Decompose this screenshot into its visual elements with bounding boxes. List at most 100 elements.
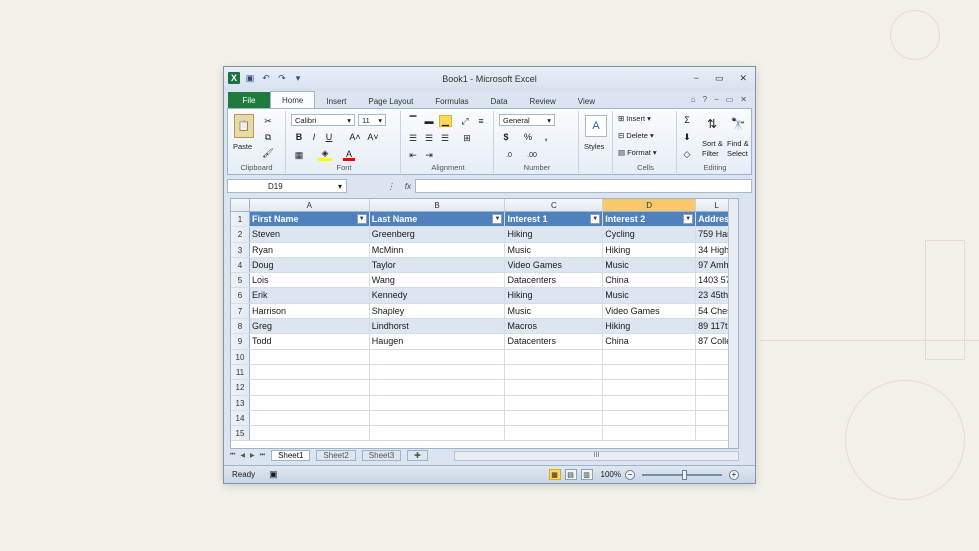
increase-indent-icon[interactable]: ⇥	[423, 149, 435, 161]
empty-cell[interactable]	[370, 395, 506, 410]
empty-cell[interactable]	[505, 380, 604, 395]
sheet-tab-sheet1[interactable]: Sheet1	[271, 450, 311, 461]
empty-cell[interactable]	[370, 380, 506, 395]
row-header[interactable]: 3	[231, 242, 250, 257]
table-cell[interactable]: Haugen	[370, 334, 506, 349]
borders-icon[interactable]: ▦	[293, 149, 305, 161]
row-header[interactable]: 8	[231, 319, 250, 334]
empty-cell[interactable]	[603, 380, 697, 395]
find-label[interactable]: Find &	[727, 139, 749, 148]
table-cell[interactable]: Lindhorst	[369, 319, 506, 334]
minimize-icon[interactable]: −	[694, 73, 699, 84]
table-cell[interactable]: Ryan	[250, 242, 370, 257]
zoom-thumb[interactable]	[682, 469, 687, 480]
table-cell[interactable]: China	[603, 273, 697, 288]
filter-dropdown-icon[interactable]: ▼	[492, 214, 503, 224]
table-cell[interactable]: Datacenters	[505, 334, 604, 349]
row-header[interactable]: 10	[231, 349, 250, 364]
normal-view-icon[interactable]: ▦	[548, 469, 561, 480]
table-cell[interactable]: Wang	[370, 273, 506, 288]
percent-button[interactable]: %	[522, 131, 534, 143]
format-painter-icon[interactable]: 🖌	[262, 147, 274, 159]
fill-color-icon[interactable]: ◈	[318, 148, 332, 161]
table-cell[interactable]: Music	[603, 288, 697, 303]
tab-page-layout[interactable]: Page Layout	[357, 93, 424, 109]
table-cell[interactable]: Video Games	[505, 257, 604, 273]
align-right-icon[interactable]: ☰	[439, 132, 451, 144]
select-all-corner[interactable]	[231, 199, 250, 211]
page-break-view-icon[interactable]: ▥	[580, 469, 593, 480]
table-cell[interactable]: Greg	[249, 319, 370, 334]
number-format-select[interactable]: General ▾	[499, 114, 555, 126]
filter-dropdown-icon[interactable]: ▼	[683, 214, 694, 224]
tab-view[interactable]: View	[567, 93, 606, 109]
doc-restore-icon[interactable]: ▭	[726, 95, 734, 104]
first-sheet-icon[interactable]: ⏮	[230, 452, 235, 459]
cut-icon[interactable]: ✂	[262, 115, 274, 127]
table-cell[interactable]: Music	[505, 242, 604, 257]
row-header[interactable]: 7	[231, 303, 250, 319]
zoom-level[interactable]: 100%	[601, 470, 621, 479]
empty-cell[interactable]	[505, 395, 604, 410]
table-cell[interactable]: Hiking	[505, 288, 604, 303]
table-cell[interactable]: Steven	[249, 227, 370, 242]
row-header[interactable]: 1	[231, 212, 250, 227]
last-sheet-icon[interactable]: ⏭	[260, 452, 265, 459]
row-header[interactable]: 6	[231, 288, 250, 303]
empty-cell[interactable]	[603, 364, 697, 380]
horizontal-scrollbar[interactable]: III	[453, 450, 739, 461]
table-cell[interactable]: Taylor	[369, 257, 506, 273]
wrap-text-icon[interactable]: ≡	[475, 115, 487, 127]
comma-button[interactable]: ,	[540, 131, 552, 143]
row-header[interactable]: 4	[231, 257, 250, 273]
increase-decimal-button[interactable]: .0	[500, 149, 518, 161]
table-cell[interactable]: Lois	[250, 273, 370, 288]
tab-home[interactable]: Home	[270, 91, 316, 109]
empty-cell[interactable]	[370, 410, 506, 426]
row-header[interactable]: 13	[231, 395, 250, 410]
orientation-icon[interactable]: ⤢	[459, 115, 471, 127]
tab-file[interactable]: File	[228, 92, 270, 109]
grow-font-icon[interactable]: A˄	[348, 131, 362, 143]
table-cell[interactable]: Macros	[505, 319, 604, 334]
table-cell[interactable]: Cycling	[603, 227, 697, 242]
sheet-tab-sheet2[interactable]: Sheet2	[316, 450, 356, 461]
table-cell[interactable]: Harrison	[250, 303, 370, 319]
table-cell[interactable]: Music	[603, 257, 697, 273]
row-header[interactable]: 9	[231, 334, 250, 349]
close-icon[interactable]: ✕	[739, 73, 747, 84]
align-middle-icon[interactable]: ▬	[423, 115, 435, 127]
currency-button[interactable]: $	[500, 131, 512, 143]
align-bottom-icon[interactable]: ▁	[439, 115, 452, 127]
row-header[interactable]: 11	[231, 364, 250, 380]
empty-cell[interactable]	[370, 364, 506, 380]
table-cell[interactable]: Todd	[250, 334, 370, 349]
column-header-a[interactable]: A	[250, 199, 370, 211]
column-header-b[interactable]: B	[370, 199, 506, 211]
insert-sheet-icon[interactable]: ✚	[407, 450, 428, 461]
table-cell[interactable]: Doug	[249, 257, 370, 273]
autosum-button[interactable]: Σ	[681, 114, 693, 126]
page-layout-view-icon[interactable]: ▤	[564, 469, 577, 480]
tab-data[interactable]: Data	[480, 93, 519, 109]
empty-cell[interactable]	[250, 349, 370, 364]
empty-cell[interactable]	[250, 364, 370, 380]
font-size-select[interactable]: 11 ▾	[358, 114, 386, 126]
bold-button[interactable]: B	[293, 131, 305, 143]
paste-button[interactable]: Paste	[233, 142, 252, 151]
macro-record-icon[interactable]: ▣	[269, 469, 278, 480]
table-cell[interactable]: Erik	[249, 288, 370, 303]
insert-cells-button[interactable]: ⊞ Insert ▾	[618, 114, 651, 123]
row-header[interactable]: 15	[231, 426, 250, 441]
doc-minimize-icon[interactable]: −	[714, 95, 719, 104]
copy-icon[interactable]: ⧉	[262, 131, 274, 143]
empty-cell[interactable]	[250, 426, 370, 441]
tab-insert[interactable]: Insert	[315, 93, 357, 109]
font-color-icon[interactable]: A	[343, 149, 355, 161]
help-icon[interactable]: ?	[703, 95, 707, 104]
filter-label[interactable]: Filter	[702, 149, 719, 158]
shrink-font-icon[interactable]: A˅	[366, 131, 380, 143]
table-header-cell[interactable]: First Name ▼	[249, 212, 370, 227]
table-cell[interactable]: Greenberg	[369, 227, 506, 242]
empty-cell[interactable]	[505, 364, 604, 380]
